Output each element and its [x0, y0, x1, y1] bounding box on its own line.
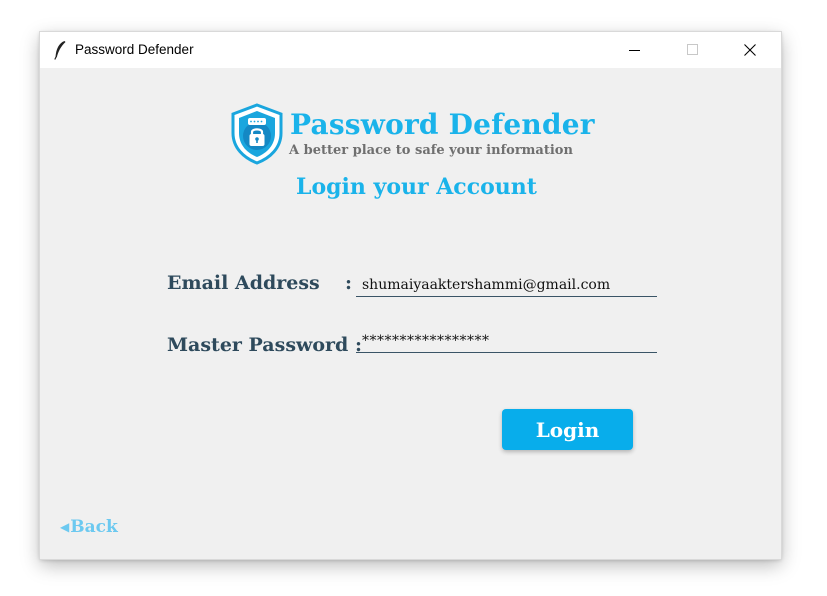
minimize-button[interactable]: [612, 32, 658, 68]
back-label: Back: [70, 517, 118, 537]
brand-tagline: A better place to safe your information: [289, 143, 573, 158]
back-link[interactable]: ◀ Back: [60, 517, 118, 537]
feather-icon: [54, 41, 66, 60]
maximize-button[interactable]: [670, 32, 716, 68]
close-icon: [744, 44, 756, 56]
login-heading: Login your Account: [296, 174, 537, 200]
shield-lock-icon: [231, 103, 283, 165]
title-bar[interactable]: Password Defender: [40, 32, 781, 68]
app-window: Password Defender Password Defender A be…: [40, 32, 781, 559]
maximize-icon: [687, 44, 698, 55]
email-field[interactable]: [356, 273, 657, 297]
brand-title: Password Defender: [290, 108, 595, 141]
minimize-icon: [629, 50, 640, 51]
email-label: Email Address: [167, 272, 320, 294]
email-colon: :: [345, 272, 353, 294]
master-password-field[interactable]: [356, 329, 657, 353]
password-label: Master Password :: [167, 334, 362, 356]
window-title: Password Defender: [75, 42, 194, 57]
left-triangle-icon: ◀: [60, 520, 70, 534]
close-button[interactable]: [727, 32, 773, 68]
login-button[interactable]: Login: [502, 409, 633, 450]
